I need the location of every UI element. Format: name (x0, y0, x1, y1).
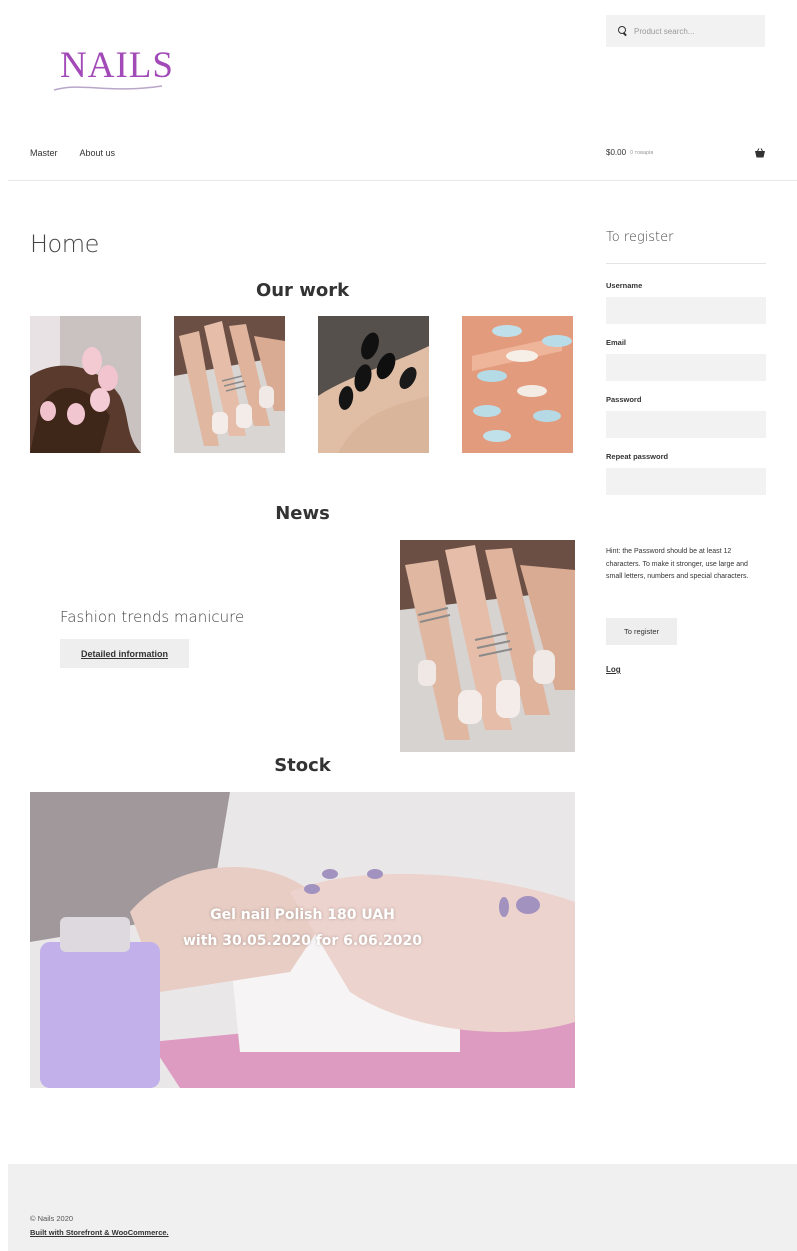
register-button[interactable]: To register (606, 618, 677, 645)
username-field[interactable] (606, 297, 766, 324)
primary-nav: Master About us (30, 148, 115, 158)
our-work-gallery (30, 316, 573, 453)
header-cart[interactable]: $0.00 0 товарів (606, 148, 766, 158)
stock-banner[interactable]: Gel nail Polish 180 UAH with 30.05.2020 … (30, 792, 575, 1088)
email-label: Email (606, 338, 627, 347)
password-field[interactable] (606, 411, 766, 438)
stock-offer-line2: with 30.05.2020 for 6.06.2020 (182, 933, 423, 949)
cart-amount: $0.00 (606, 148, 627, 157)
register-divider (606, 263, 766, 264)
password-label: Password (606, 395, 642, 404)
footer-copyright: © Nails 2020 (30, 1214, 74, 1223)
repeat-password-field[interactable] (606, 468, 766, 495)
search-input[interactable] (634, 26, 754, 36)
logo-swoosh (53, 85, 163, 91)
news-photo (400, 540, 575, 752)
search-icon (618, 26, 628, 36)
detailed-information-button[interactable]: Detailed information (60, 639, 189, 668)
cart-count: 0 товарів (630, 149, 654, 156)
basket-icon (755, 148, 765, 158)
product-search[interactable] (606, 15, 765, 47)
work-photo-black-nails[interactable] (318, 316, 429, 453)
stock-offer-text: Gel nail Polish 180 UAH with 30.05.2020 … (30, 902, 575, 954)
nav-item-master[interactable]: Master (30, 148, 58, 158)
footer-built-with-link[interactable]: Built with Storefront & WooCommerce. (30, 1228, 169, 1237)
password-hint: Hint: the Password should be at least 12… (606, 548, 749, 580)
work-photo-blue-nails[interactable] (462, 316, 573, 453)
header-divider (8, 180, 797, 181)
page-title: Home (30, 230, 99, 258)
register-heading: To register (606, 230, 674, 245)
our-work-heading: Our work (255, 280, 350, 301)
site-logo[interactable]: NAILS (52, 46, 173, 96)
stock-heading: Stock (274, 755, 331, 776)
email-field[interactable] (606, 354, 766, 381)
news-item-title: Fashion trends manicure (60, 608, 245, 626)
news-heading: News (275, 503, 330, 524)
work-photo-pink-nails[interactable] (30, 316, 141, 453)
username-label: Username (606, 281, 643, 290)
login-link[interactable]: Log (606, 665, 621, 674)
repeat-password-label: Repeat password (606, 452, 669, 461)
nav-item-about-us[interactable]: About us (80, 148, 116, 158)
stock-offer-line1: Gel nail Polish 180 UAH (210, 907, 395, 923)
work-photo-white-nails-rings[interactable] (174, 316, 285, 453)
site-footer: © Nails 2020 Built with Storefront & Woo… (8, 1164, 797, 1251)
